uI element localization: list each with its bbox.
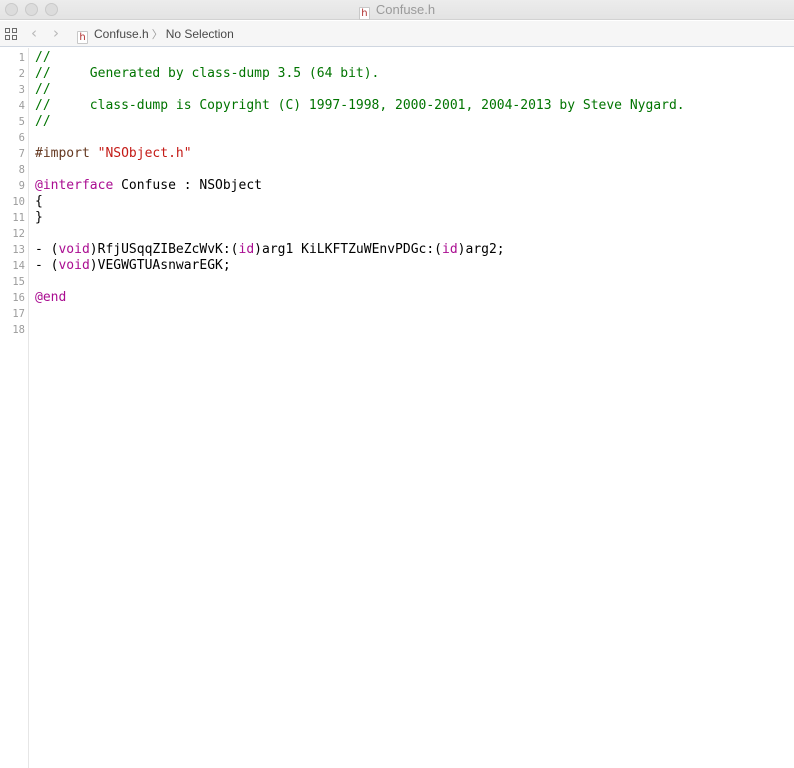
code-token-comment: //	[35, 82, 51, 97]
header-file-icon: h	[77, 31, 88, 44]
code-text: @interface Confuse : NSObject	[35, 178, 262, 194]
code-line[interactable]: 5 //	[0, 114, 794, 130]
code-line[interactable]: 1 //	[0, 50, 794, 66]
code-text: {	[35, 194, 43, 210]
code-line[interactable]: 9 @interface Confuse : NSObject	[0, 178, 794, 194]
code-token-plain: )RfjUSqqZIBeZcWvK:(	[89, 242, 239, 257]
line-number: 8	[18, 164, 25, 176]
code-text: //	[35, 82, 51, 98]
code-token-keyword: @end	[35, 290, 67, 305]
line-number: 13	[12, 244, 25, 256]
code-line[interactable]: 18	[0, 322, 794, 338]
line-number: 11	[12, 212, 25, 224]
breadcrumb-file[interactable]: Confuse.h	[94, 27, 149, 41]
code-line[interactable]: 17	[0, 306, 794, 322]
related-items-grid-icon[interactable]	[5, 28, 18, 41]
code-text: @end	[35, 290, 66, 306]
code-token-plain: )VEGWGTUAsnwarEGK;	[89, 258, 231, 273]
code-text: - (void)VEGWGTUAsnwarEGK;	[35, 258, 231, 274]
code-line[interactable]: 13- (void)RfjUSqqZIBeZcWvK:(id)arg1 KiLK…	[0, 242, 794, 258]
code-text: }	[35, 210, 43, 226]
window-title-text: Confuse.h	[375, 2, 436, 17]
code-line[interactable]: 3 //	[0, 82, 794, 98]
line-number: 14	[12, 260, 25, 272]
forward-arrow-icon[interactable]: ›	[53, 25, 59, 41]
line-number: 7	[18, 148, 25, 160]
line-number: 6	[18, 132, 25, 144]
line-number: 17	[12, 308, 25, 320]
code-text: #import "NSObject.h"	[35, 146, 192, 162]
window-title-bar: h Confuse.h	[0, 0, 794, 20]
back-arrow-icon[interactable]: ‹	[31, 25, 37, 41]
code-token-string: "NSObject.h"	[97, 146, 192, 161]
jump-bar: ‹ › h Confuse.h 〉 No Selection	[0, 21, 794, 47]
code-text: //	[35, 50, 51, 66]
line-number: 18	[12, 324, 25, 336]
code-token-keyword: id	[442, 242, 458, 257]
code-token-plain: )arg2;	[457, 242, 505, 257]
code-line[interactable]: 8	[0, 162, 794, 178]
line-number: 3	[18, 84, 25, 96]
code-token-plain: )arg1 KiLKFTZuWEnvPDGc:(	[254, 242, 443, 257]
code-token-preproc: #import	[35, 146, 98, 161]
breadcrumb-selection[interactable]: No Selection	[166, 27, 234, 41]
line-number: 2	[18, 68, 25, 80]
code-token-comment: // class-dump is Copyright (C) 1997-1998…	[35, 98, 685, 113]
code-token-plain: Confuse : NSObject	[113, 178, 262, 193]
code-token-plain: - (	[35, 258, 59, 273]
code-text: //	[35, 114, 51, 130]
code-token-plain: {	[35, 194, 43, 209]
line-number: 10	[12, 196, 25, 208]
code-token-keyword: @interface	[35, 178, 114, 193]
source-editor[interactable]: 1 // 2 // Generated by class-dump 3.5 (64 b…	[0, 48, 794, 768]
line-number: 1	[18, 52, 25, 64]
line-number: 4	[18, 100, 25, 112]
breadcrumb: h Confuse.h 〉 No Selection	[77, 26, 234, 44]
code-line[interactable]: 10 {	[0, 194, 794, 210]
code-text: - (void)RfjUSqqZIBeZcWvK:(id)arg1 KiLKFT…	[35, 242, 505, 258]
code-line[interactable]: 4 // class-dump is Copyright (C) 1997-199…	[0, 98, 794, 114]
code-line[interactable]: 7 #import "NSObject.h"	[0, 146, 794, 162]
code-line[interactable]: 14 - (void)VEGWGTUAsnwarEGK;	[0, 258, 794, 274]
code-token-keyword: void	[58, 258, 90, 273]
line-number: 12	[12, 228, 25, 240]
header-file-icon: h	[358, 7, 370, 20]
line-number: 16	[12, 292, 25, 304]
code-line[interactable]: 6	[0, 130, 794, 146]
window-title: h Confuse.h	[0, 2, 794, 20]
code-text: // Generated by class-dump 3.5 (64 bit).	[35, 66, 379, 82]
code-token-keyword: void	[58, 242, 90, 257]
code-line[interactable]: 12	[0, 226, 794, 242]
code-token-plain: }	[35, 210, 43, 225]
code-line[interactable]: 16 @end	[0, 290, 794, 306]
code-token-keyword: id	[238, 242, 255, 257]
code-line[interactable]: 11}	[0, 210, 794, 226]
code-text: // class-dump is Copyright (C) 1997-1998…	[35, 98, 685, 114]
line-number: 15	[12, 276, 25, 288]
code-token-comment: //	[35, 114, 51, 129]
code-token-comment: // Generated by class-dump 3.5 (64 bit).	[35, 66, 380, 81]
breadcrumb-separator-icon: 〉	[151, 28, 163, 41]
code-token-plain: - (	[35, 242, 59, 257]
code-line[interactable]: 15	[0, 274, 794, 290]
line-number: 9	[18, 180, 25, 192]
line-number: 5	[18, 116, 25, 128]
code-token-comment: //	[35, 50, 51, 65]
code-line[interactable]: 2 // Generated by class-dump 3.5 (64 bit)…	[0, 66, 794, 82]
